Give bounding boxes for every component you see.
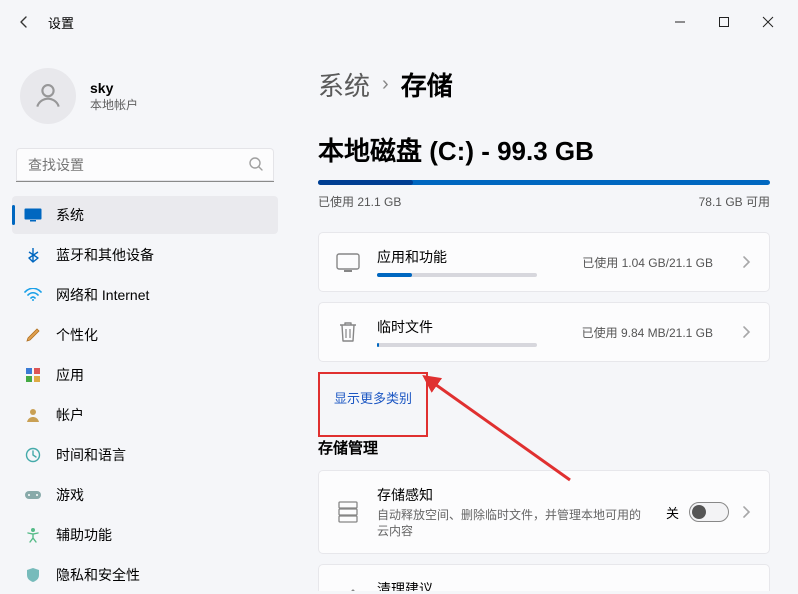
avatar xyxy=(20,68,76,124)
breadcrumb: 系统 › 存储 xyxy=(318,66,770,103)
sidebar: sky 本地帐户 系统 蓝牙和其他设备 网络和 Internet 个性化 应用 … xyxy=(0,44,290,591)
annotation-highlight-box: 显示更多类别 xyxy=(318,372,428,437)
card-usage-bar xyxy=(377,273,537,277)
wifi-icon xyxy=(24,286,42,304)
breadcrumb-current: 存储 xyxy=(401,66,453,103)
minimize-button[interactable] xyxy=(658,6,702,38)
bluetooth-icon xyxy=(24,246,42,264)
user-name: sky xyxy=(90,80,138,96)
show-more-categories-link[interactable]: 显示更多类别 xyxy=(322,380,424,415)
title-bar: 设置 xyxy=(0,0,798,44)
storage-sense-card[interactable]: 存储感知 自动释放空间、删除临时文件，并管理本地可用的云内容 关 xyxy=(318,470,770,554)
sidebar-item-label: 个性化 xyxy=(56,325,98,345)
sidebar-item-personalization[interactable]: 个性化 xyxy=(12,316,278,354)
display-icon xyxy=(24,206,42,224)
search-icon xyxy=(248,156,264,172)
card-usage-bar xyxy=(377,343,537,347)
disk-legend: 已使用 21.1 GB 78.1 GB 可用 xyxy=(318,193,770,210)
sidebar-item-label: 时间和语言 xyxy=(56,445,126,465)
clock-icon xyxy=(24,446,42,464)
sidebar-item-network[interactable]: 网络和 Internet xyxy=(12,276,278,314)
apps-icon xyxy=(24,366,42,384)
sidebar-item-label: 辅助功能 xyxy=(56,525,112,545)
app-title: 设置 xyxy=(48,13,74,32)
card-title: 应用和功能 xyxy=(377,247,566,267)
back-button[interactable] xyxy=(8,6,40,38)
person-icon xyxy=(32,80,64,112)
user-block[interactable]: sky 本地帐户 xyxy=(12,52,278,148)
breadcrumb-parent[interactable]: 系统 xyxy=(318,66,370,103)
sidebar-item-label: 蓝牙和其他设备 xyxy=(56,245,154,265)
search-input[interactable] xyxy=(16,148,274,182)
sidebar-item-system[interactable]: 系统 xyxy=(12,196,278,234)
nav-list: 系统 蓝牙和其他设备 网络和 Internet 个性化 应用 帐户 时间和语言 … xyxy=(12,196,278,594)
search-box[interactable] xyxy=(16,148,274,182)
storage-card-apps[interactable]: 应用和功能 已使用 1.04 GB/21.1 GB xyxy=(318,232,770,292)
trash-icon xyxy=(335,319,361,345)
sidebar-item-gaming[interactable]: 游戏 xyxy=(12,476,278,514)
accessibility-icon xyxy=(24,526,42,544)
account-icon xyxy=(24,406,42,424)
cleanup-recommendations-card[interactable]: 清理建议 正在查找要清理的项目 xyxy=(318,564,770,591)
sidebar-item-bluetooth[interactable]: 蓝牙和其他设备 xyxy=(12,236,278,274)
storage-sense-toggle[interactable] xyxy=(689,502,729,522)
close-icon xyxy=(762,16,774,28)
card-title: 清理建议 xyxy=(377,579,753,591)
cleanup-icon xyxy=(335,585,361,591)
sidebar-item-label: 帐户 xyxy=(56,405,84,425)
sidebar-item-label: 隐私和安全性 xyxy=(56,565,140,585)
arrow-left-icon xyxy=(16,14,32,30)
sidebar-item-time[interactable]: 时间和语言 xyxy=(12,436,278,474)
card-meta: 已使用 1.04 GB/21.1 GB xyxy=(582,254,713,271)
disk-usage-bar xyxy=(318,180,770,185)
card-title: 临时文件 xyxy=(377,317,566,337)
close-button[interactable] xyxy=(746,6,790,38)
sidebar-item-label: 网络和 Internet xyxy=(56,285,149,305)
content-area: 系统 › 存储 本地磁盘 (C:) - 99.3 GB 已使用 21.1 GB … xyxy=(290,44,798,591)
chevron-right-icon xyxy=(739,325,753,339)
chevron-right-icon xyxy=(739,505,753,519)
sidebar-item-accessibility[interactable]: 辅助功能 xyxy=(12,516,278,554)
user-subtitle: 本地帐户 xyxy=(90,96,138,113)
minimize-icon xyxy=(674,16,686,28)
storage-sense-icon xyxy=(335,499,361,525)
maximize-icon xyxy=(718,16,730,28)
chevron-right-icon xyxy=(739,255,753,269)
shield-icon xyxy=(24,566,42,584)
sidebar-item-label: 系统 xyxy=(56,205,84,225)
gaming-icon xyxy=(24,486,42,504)
window-controls xyxy=(658,6,790,38)
brush-icon xyxy=(24,326,42,344)
sidebar-item-accounts[interactable]: 帐户 xyxy=(12,396,278,434)
maximize-button[interactable] xyxy=(702,6,746,38)
card-subtitle: 自动释放空间、删除临时文件，并管理本地可用的云内容 xyxy=(377,507,650,539)
sidebar-item-label: 应用 xyxy=(56,365,84,385)
toggle-state-label: 关 xyxy=(666,503,679,522)
sidebar-item-label: 游戏 xyxy=(56,485,84,505)
sidebar-item-apps[interactable]: 应用 xyxy=(12,356,278,394)
disk-title: 本地磁盘 (C:) - 99.3 GB xyxy=(318,131,770,168)
card-title: 存储感知 xyxy=(377,485,650,505)
storage-card-temp[interactable]: 临时文件 已使用 9.84 MB/21.1 GB xyxy=(318,302,770,362)
disk-used-label: 已使用 21.1 GB xyxy=(318,193,401,210)
apps-features-icon xyxy=(335,249,361,275)
chevron-right-icon: › xyxy=(382,73,389,96)
sidebar-item-privacy[interactable]: 隐私和安全性 xyxy=(12,556,278,594)
section-header-storage-management: 存储管理 xyxy=(318,437,770,458)
card-meta: 已使用 9.84 MB/21.1 GB xyxy=(582,324,713,341)
disk-free-label: 78.1 GB 可用 xyxy=(699,193,770,210)
